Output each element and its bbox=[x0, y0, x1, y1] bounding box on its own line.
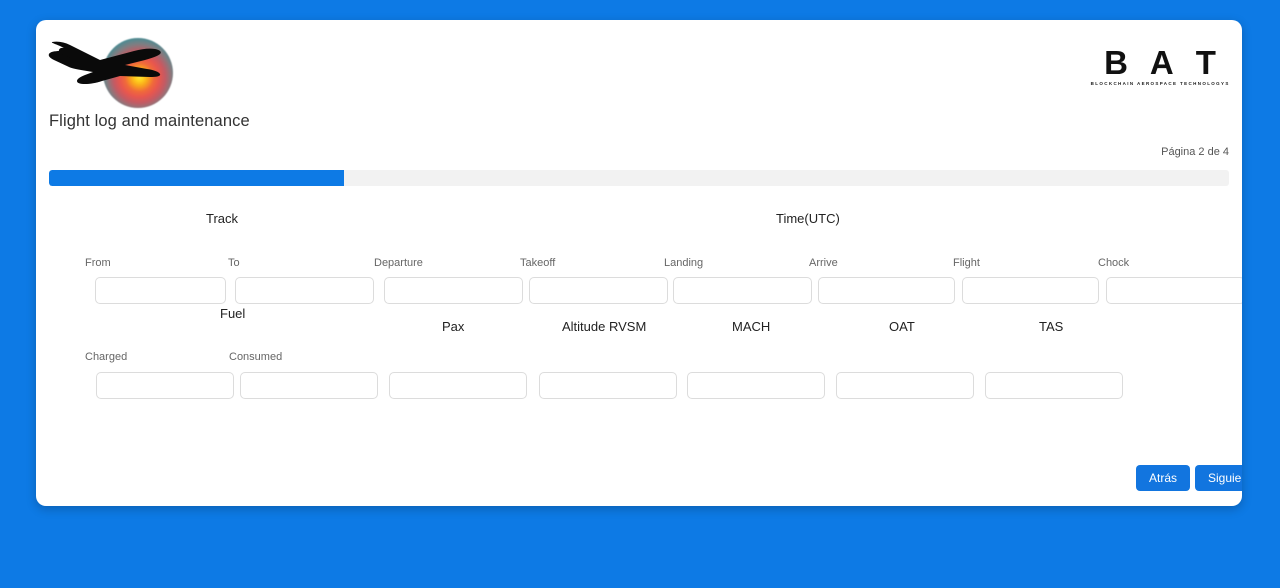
group-title-track: Track bbox=[206, 211, 239, 226]
fuel-consumed-input[interactable] bbox=[240, 372, 378, 399]
field-label-flight: Flight bbox=[953, 257, 980, 269]
altitude-rvsm-input[interactable] bbox=[539, 372, 677, 399]
tas-input[interactable] bbox=[985, 372, 1123, 399]
fuel-charged-input[interactable] bbox=[96, 372, 234, 399]
field-label-landing: Landing bbox=[664, 257, 704, 269]
field-label-fuel-charged: Charged bbox=[85, 351, 128, 363]
progress-bar bbox=[49, 170, 1229, 186]
mach-input[interactable] bbox=[687, 372, 825, 399]
airplane-icon bbox=[48, 41, 161, 84]
departure-input[interactable] bbox=[384, 277, 523, 304]
flight-log-form: Track Time(UTC) Fuel Pax Altitude RVSM MACH OA… bbox=[36, 20, 1242, 506]
field-label-departure: Departure bbox=[374, 257, 423, 269]
field-label-arrive: Arrive bbox=[809, 257, 838, 269]
group-title-altitude-rvsm: Altitude RVSM bbox=[562, 319, 647, 334]
brand-logo: B A T BLOCKCHAIN AEROSPACE TECHNOLOGYS bbox=[1090, 44, 1230, 86]
field-label-fuel-consumed: Consumed bbox=[229, 351, 283, 363]
to-input[interactable] bbox=[235, 277, 374, 304]
oat-input[interactable] bbox=[836, 372, 974, 399]
field-label-takeoff: Takeoff bbox=[520, 257, 556, 269]
takeoff-input[interactable] bbox=[529, 277, 668, 304]
flight-input[interactable] bbox=[962, 277, 1099, 304]
field-label-from: From bbox=[85, 257, 111, 269]
arrive-input[interactable] bbox=[818, 277, 955, 304]
page-title: Flight log and maintenance bbox=[49, 112, 250, 130]
field-label-to: To bbox=[228, 257, 240, 269]
back-button[interactable]: Atrás bbox=[1136, 465, 1191, 491]
group-title-oat: OAT bbox=[889, 319, 915, 334]
group-title-mach: MACH bbox=[732, 319, 771, 334]
brand-name: B A T bbox=[1104, 44, 1223, 81]
next-button[interactable]: Siguiente bbox=[1195, 465, 1242, 491]
brand-tagline: BLOCKCHAIN AEROSPACE TECHNOLOGYS bbox=[1090, 81, 1230, 86]
pax-input[interactable] bbox=[389, 372, 527, 399]
landing-input[interactable] bbox=[673, 277, 812, 304]
group-title-time-utc: Time(UTC) bbox=[776, 211, 840, 226]
field-label-chock: Chock bbox=[1098, 257, 1130, 269]
from-input[interactable] bbox=[95, 277, 226, 304]
chock-input[interactable] bbox=[1106, 277, 1242, 304]
page-counter: Página 2 de 4 bbox=[1161, 146, 1229, 158]
airplane-globe-logo bbox=[48, 32, 176, 110]
progress-bar-fill bbox=[49, 170, 344, 186]
wizard-card: B A T BLOCKCHAIN AEROSPACE TECHNOLOGYS F… bbox=[36, 20, 1242, 506]
group-title-pax: Pax bbox=[442, 319, 465, 334]
group-title-tas: TAS bbox=[1039, 319, 1064, 334]
group-title-fuel: Fuel bbox=[220, 306, 246, 321]
